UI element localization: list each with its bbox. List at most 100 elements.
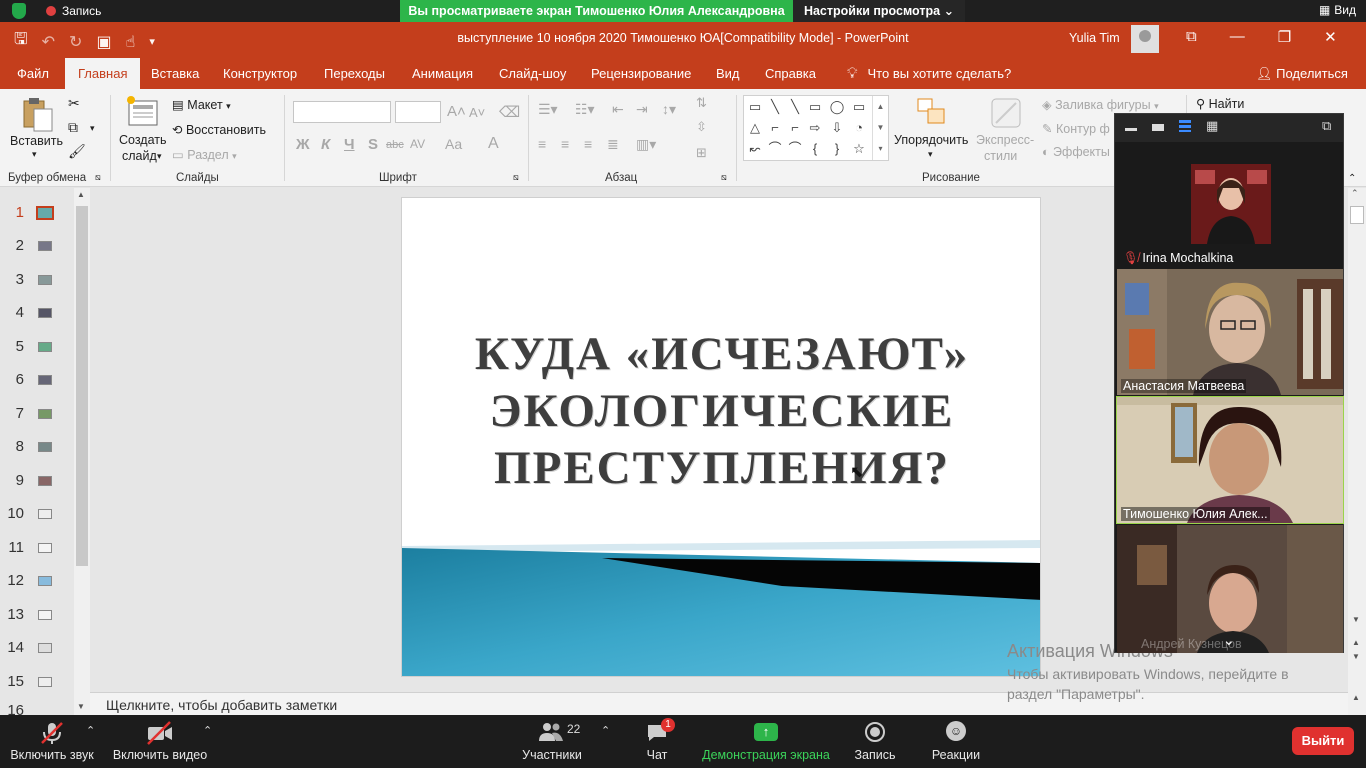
align-left-icon[interactable]: ≡ [538,136,546,152]
find-button[interactable]: ⚲ Найти [1196,96,1244,111]
change-case-button[interactable]: Aa [445,136,462,152]
chevron-up-icon[interactable]: ⌃ [601,724,610,737]
tab-slideshow[interactable]: Слайд-шоу [499,66,566,81]
single-view-icon[interactable] [1152,124,1164,131]
participant-video-tile[interactable]: Анастасия Матвеева [1117,269,1343,395]
increase-indent-icon[interactable]: ⇥ [636,101,648,118]
thumbnail-number[interactable]: 2 [0,237,24,254]
line-spacing-icon[interactable]: ↕▾ [662,101,676,118]
line-shape-icon[interactable]: ╲ [786,98,804,116]
thumbnail-number[interactable]: 14 [0,639,24,656]
thumbnail-image[interactable] [38,610,52,620]
cut-icon[interactable]: ✂ [68,95,80,112]
scroll-thumb[interactable] [1350,206,1364,224]
scroll-thumb[interactable] [76,206,88,566]
chevron-up-icon[interactable]: ⌃ [203,724,212,737]
reactions-button[interactable]: ☺ Реакции [930,715,982,768]
thumbnail-number[interactable]: 1 [0,204,24,221]
chevron-down-icon[interactable]: ▾ [32,149,37,160]
align-right-icon[interactable]: ≡ [584,136,592,152]
close-icon[interactable]: ✕ [1324,28,1337,46]
tab-animations[interactable]: Анимация [412,66,473,81]
arc-shape-icon[interactable]: ⌒ [786,140,804,158]
thumbnail-number[interactable]: 9 [0,472,24,489]
thumbnail-image[interactable] [38,342,52,352]
brace-left-shape-icon[interactable]: { [806,140,824,158]
tab-design[interactable]: Конструктор [223,66,297,81]
participant-video-tile[interactable]: Тимошенко Юлия Алек... [1116,396,1344,524]
avatar[interactable] [1131,25,1159,53]
quick-styles-icon[interactable] [990,97,1022,129]
paste-icon[interactable] [22,97,54,133]
thumbnail-number[interactable]: 5 [0,338,24,355]
align-text-icon[interactable]: ⇳ [696,119,707,135]
thumbnail-number[interactable]: 6 [0,371,24,388]
prev-slide-icon[interactable]: ▲ [1352,693,1360,702]
text-direction-icon[interactable]: ⇅ [696,95,707,111]
thumbnail-image[interactable] [38,576,52,586]
thumbnail-image[interactable] [38,241,52,251]
shape-fill-button[interactable]: ◈ Заливка фигуры ▾ [1042,97,1159,112]
main-scrollbar[interactable]: ⌃ ▼ ▲ ▼ ▲ [1348,188,1366,715]
strip-view-icon[interactable] [1179,120,1191,132]
arrange-button[interactable]: Упорядочить [894,133,968,147]
thumbnail-number[interactable]: 13 [0,606,24,623]
slide-title[interactable]: КУДА «ИСЧЕЗАЮТ» ЭКОЛОГИЧЕСКИЕ ПРЕСТУПЛЕН… [402,326,1040,497]
copy-icon[interactable]: ⧉ [68,119,78,136]
decrease-indent-icon[interactable]: ⇤ [612,101,624,118]
thumbnail-image[interactable] [38,643,52,653]
chevron-up-icon[interactable]: ⌃ [86,724,95,737]
thumbnail-image[interactable] [38,442,52,452]
strikethrough-button[interactable]: abc [386,139,404,151]
thumbnail-number[interactable]: 3 [0,271,24,288]
thumbnail-image[interactable] [38,275,52,285]
arrow-right-shape-icon[interactable]: ⇨ [806,119,824,137]
thumbnails-scrollbar[interactable]: ▲ ▼ [74,188,90,715]
unmute-button[interactable]: Включить звук [6,715,98,768]
thumbnail-number[interactable]: 7 [0,405,24,422]
participants-button[interactable]: 22 Участники [518,715,586,768]
next-slide-icon[interactable]: ▼ [1352,652,1360,661]
thumbnail-image[interactable] [38,476,52,486]
share-screen-button[interactable]: ↑ Демонстрация экрана [702,715,830,768]
scroll-down-icon[interactable]: ▼ [77,702,85,711]
reset-button[interactable]: ⟲ Восстановить [172,122,266,137]
collapse-ribbon-icon[interactable]: ⌃ [1348,173,1356,184]
shapes-gallery[interactable]: ▭ ╲ ╲ ▭ ◯ ▭ △ ⌐ ⌐ ⇨ ⇩ ◔ ↜ ⌒ ⌒ { } ☆ ▲ ▼ ▾ [743,95,889,161]
leave-button[interactable]: Выйти [1292,727,1354,755]
thumbnail-image[interactable] [38,677,52,687]
prev-slide-icon[interactable]: ▲ [1352,638,1360,647]
italic-button[interactable]: К [321,136,330,153]
section-button[interactable]: ▭ Раздел ▾ [172,147,237,162]
triangle-shape-icon[interactable]: △ [746,119,764,137]
font-color-button[interactable]: A [488,135,499,153]
numbering-icon[interactable]: ☷▾ [575,101,595,118]
participant-video-tile[interactable]: 🎙︎̸ Irina Mochalkina [1117,142,1343,268]
layout-button[interactable]: ▤ Макет ▾ [172,97,231,112]
align-center-icon[interactable]: ≡ [561,136,569,152]
tab-file[interactable]: Файл [17,66,49,81]
exit-fullscreen-icon[interactable]: ⧉ [1322,119,1336,132]
chevron-down-icon[interactable]: ▾ [90,123,95,134]
shadow-button[interactable]: S [368,136,378,153]
scroll-up-icon[interactable]: ▲ [77,190,85,199]
chat-button[interactable]: 1 Чат [632,715,682,768]
underline-button[interactable]: Ч [344,136,355,153]
connector-shape-icon[interactable]: ⌐ [766,119,784,137]
shape-effects-button[interactable]: ◐ Эффекты [1042,145,1110,159]
tell-me-search[interactable]: 💡︎ Что вы хотите сделать? [847,65,1011,82]
rectangle-shape-icon[interactable]: ▭ [806,98,824,116]
chevron-down-icon[interactable]: ▾ [157,151,162,162]
scroll-down-icon[interactable]: ▼ [1352,615,1360,624]
scroll-up-icon[interactable]: ⌃ [1351,188,1359,199]
thumbnail-image[interactable] [38,409,52,419]
char-spacing-button[interactable]: AV [410,137,425,151]
arc-shape-icon[interactable]: ⌒ [766,140,784,158]
clear-format-icon[interactable]: ⌫ [499,103,520,121]
tab-view[interactable]: Вид [716,66,740,81]
thumbnail-number[interactable]: 8 [0,438,24,455]
minimize-icon[interactable]: — [1230,28,1245,46]
thumbnail-number[interactable]: 12 [0,572,24,589]
thumbnail-number[interactable]: 4 [0,304,24,321]
dialog-launcher-icon[interactable]: ⧅ [721,172,727,183]
